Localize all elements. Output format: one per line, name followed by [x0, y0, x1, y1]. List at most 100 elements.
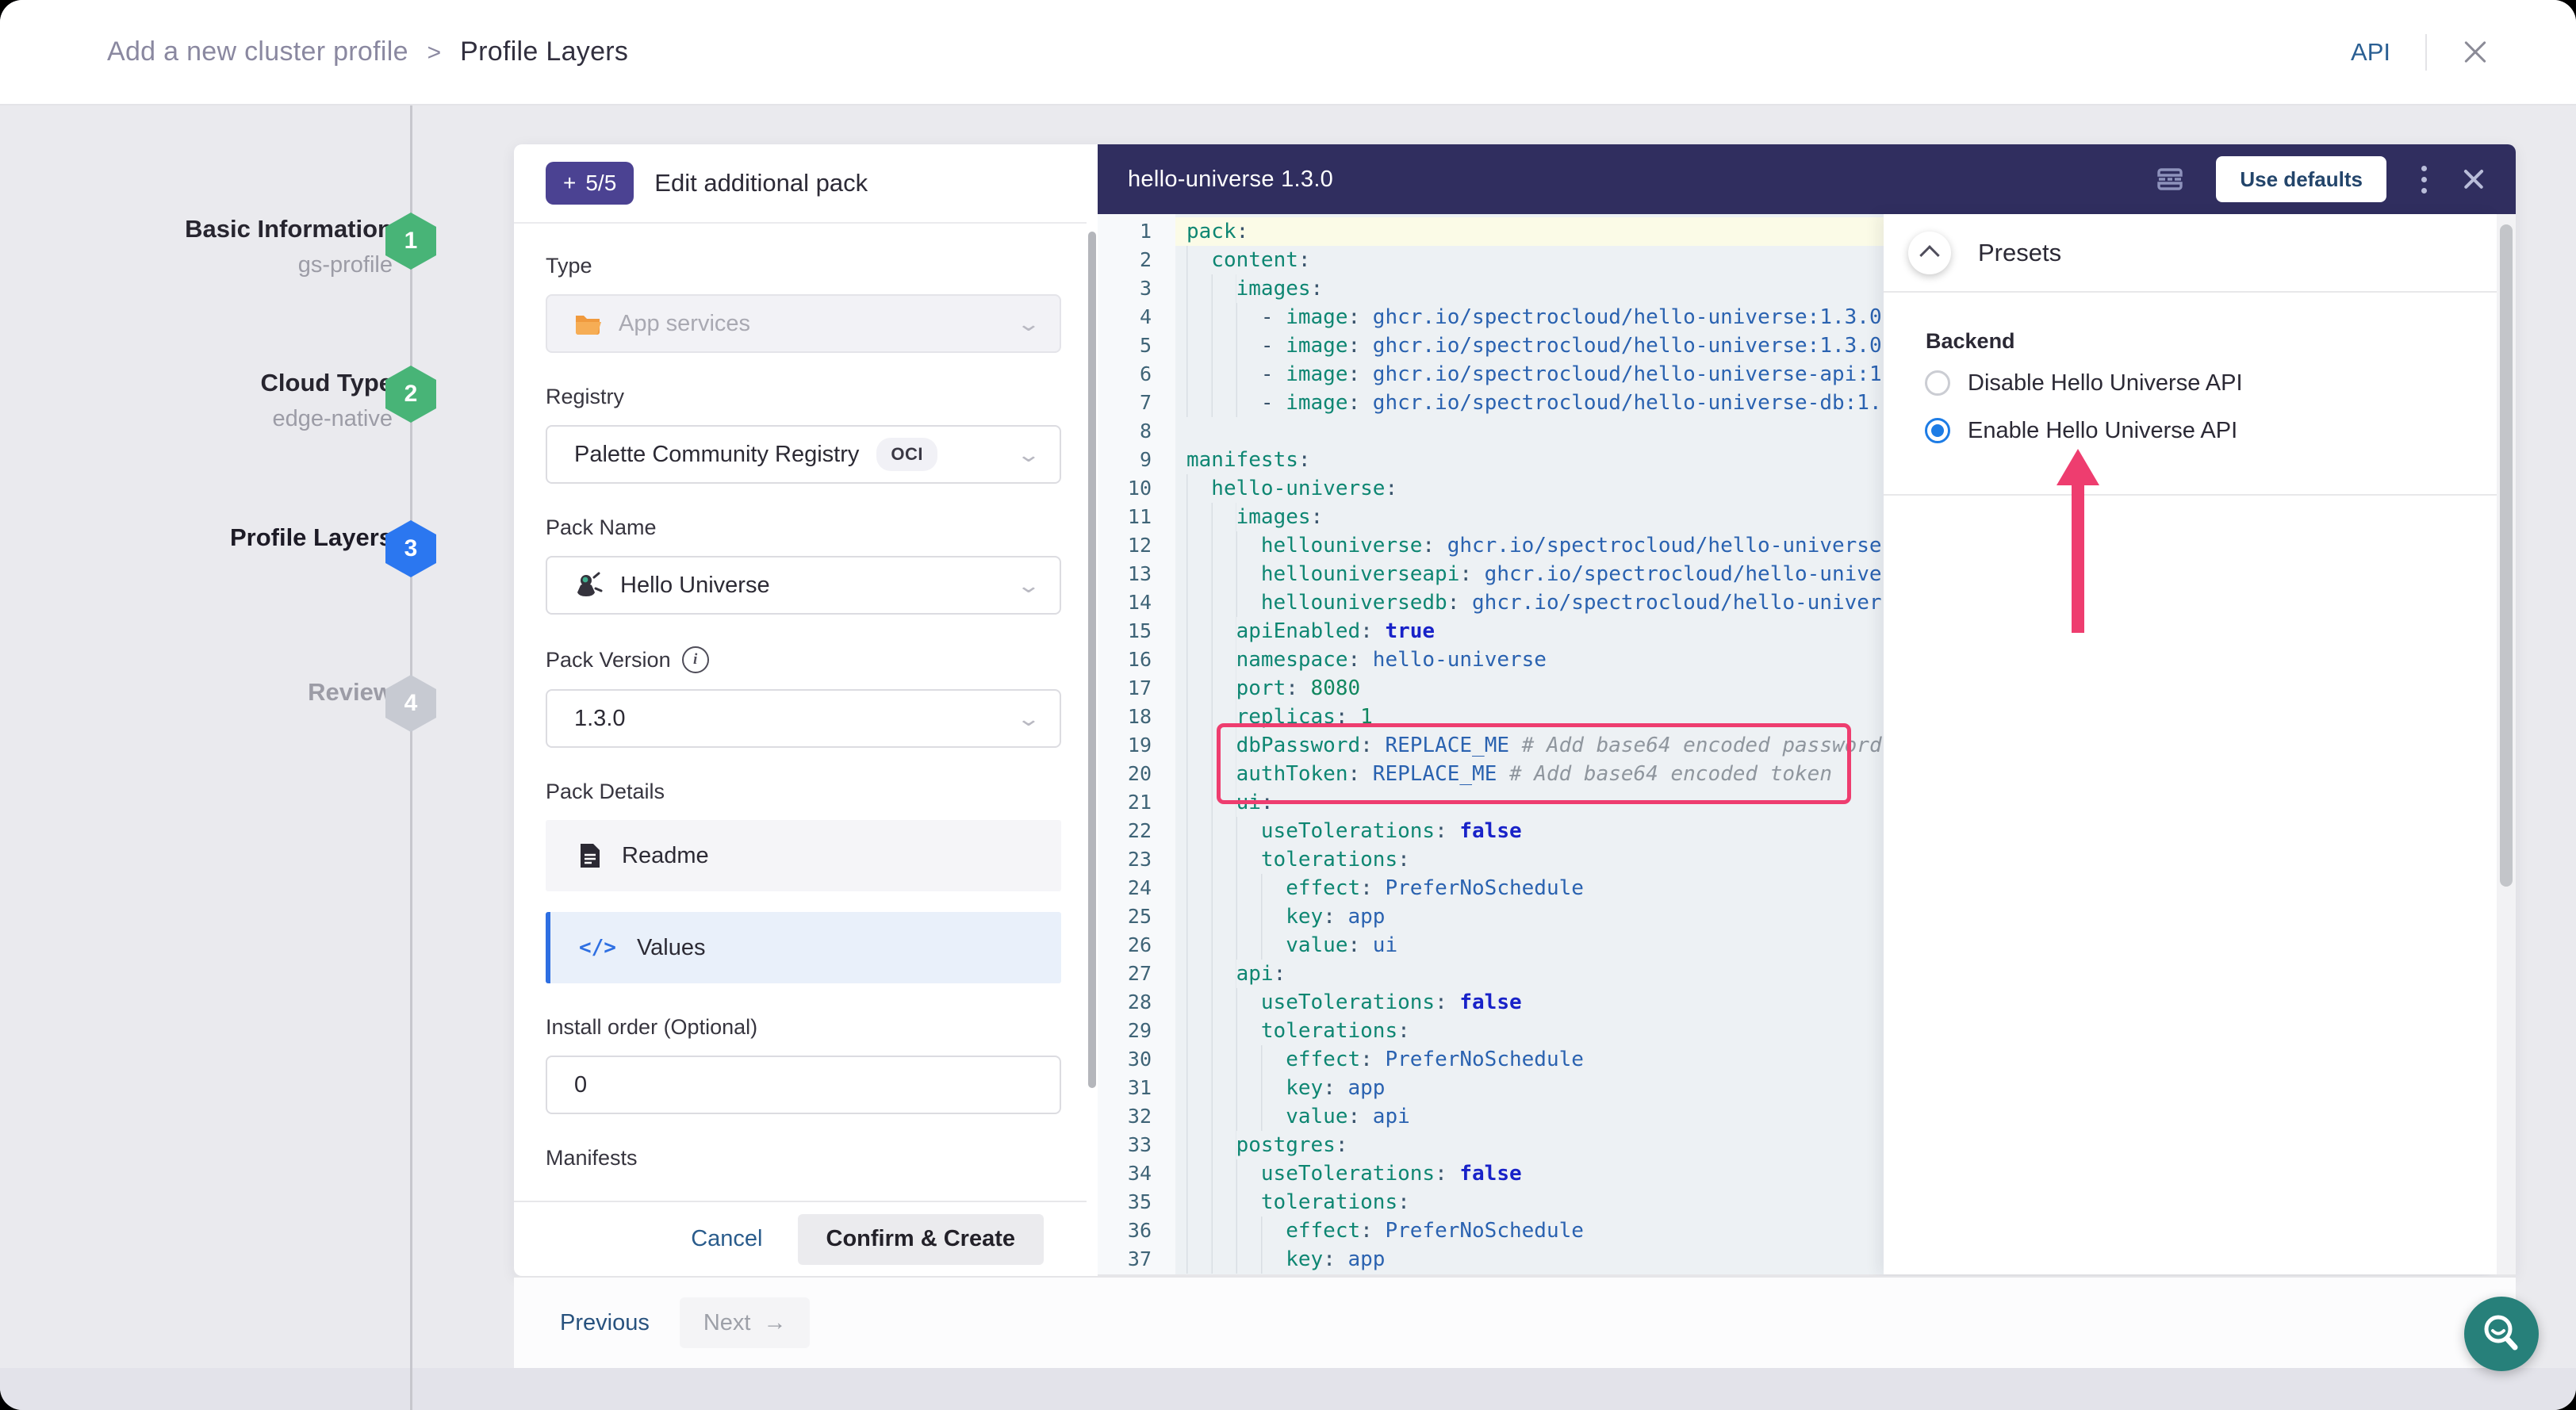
code-token: : [1447, 591, 1460, 615]
code-line: content: [1175, 246, 1884, 274]
readme-tab[interactable]: Readme [546, 820, 1061, 891]
step-hexagon-4[interactable]: 4 [385, 675, 436, 732]
pack-version-select[interactable]: 1.3.0 ⌄ [546, 689, 1061, 748]
kebab-menu-icon[interactable] [2418, 163, 2430, 197]
code-token: REPLACE_ME [1360, 762, 1509, 786]
code-token: pack [1186, 220, 1236, 243]
indent-guides [1186, 1159, 1261, 1188]
next-button[interactable]: Next → [680, 1297, 811, 1348]
values-tab[interactable]: </> Values [546, 912, 1061, 983]
step-label: Review [0, 674, 393, 710]
editor-scrollbar[interactable] [2497, 214, 2516, 1274]
step-number: 2 [404, 381, 418, 408]
chevron-down-icon: ⌄ [1016, 707, 1041, 731]
code-token: images [1236, 277, 1311, 301]
pack-name-label: Pack Name [546, 515, 1061, 540]
code-line: - image: ghcr.io/spectrocloud/hello-univ… [1175, 331, 1884, 360]
radio-selected-icon[interactable] [1925, 418, 1950, 443]
registry-select[interactable]: Palette Community Registry OCI ⌄ [546, 425, 1061, 484]
code-token: : [1311, 505, 1324, 529]
confirm-create-button[interactable]: Confirm & Create [798, 1214, 1045, 1265]
indent-guides [1186, 474, 1211, 503]
code-token: hello-universe [1211, 477, 1385, 500]
pack-name-select[interactable]: Hello Universe ⌄ [546, 556, 1061, 615]
code-token: hellouniverseapi [1261, 562, 1459, 586]
indent-guides [1186, 1245, 1286, 1274]
previous-button[interactable]: Previous [560, 1310, 650, 1336]
code-line: api: [1175, 960, 1884, 988]
code-line: value: ui [1175, 931, 1884, 960]
code-token: : [1435, 990, 1447, 1014]
use-defaults-button[interactable]: Use defaults [2216, 156, 2386, 202]
form-scrollbar-thumb[interactable] [1088, 232, 1096, 1088]
collapse-presets-button[interactable] [1908, 232, 1951, 274]
code-line: postgres: [1175, 1131, 1884, 1159]
code-token: image [1286, 391, 1347, 415]
code-token: REPLACE_ME [1373, 734, 1522, 757]
pack-form-panel: + 5/5 Edit additional pack Type App serv… [514, 144, 1087, 1276]
diff-view-icon[interactable] [2156, 165, 2184, 193]
editor-title: hello-universe 1.3.0 [1128, 167, 1333, 193]
editor-body: 1234567891011121314151617181920212223242… [1098, 214, 2516, 1276]
code-token: : [1348, 334, 1361, 358]
step-hexagon-3[interactable]: 3 [385, 520, 436, 577]
code-line: effect: PreferNoSchedule [1175, 874, 1884, 902]
cancel-button[interactable]: Cancel [691, 1226, 762, 1252]
step-number: 4 [404, 690, 418, 717]
code-token: # Add base64 encoded token [1509, 762, 1832, 786]
pack-name-value: Hello Universe [620, 573, 770, 599]
stepper-step-profile-layers[interactable]: Profile Layers [0, 519, 393, 555]
step-hexagon-1[interactable]: 1 [385, 213, 436, 270]
breadcrumb-parent[interactable]: Add a new cluster profile [107, 36, 408, 67]
code-token: hellouniverse [1261, 534, 1423, 557]
code-token: ghcr.io/spectrocloud/hello-universe-db:1… [1459, 591, 1884, 615]
search-fab-button[interactable] [2464, 1297, 2539, 1371]
install-order-input[interactable]: 0 [546, 1056, 1061, 1114]
radio-option-enable-api[interactable]: Enable Hello Universe API [1884, 415, 2497, 446]
line-number: 10 [1098, 474, 1175, 503]
code-token: false [1447, 990, 1522, 1014]
code-line: - image: ghcr.io/spectrocloud/hello-univ… [1175, 389, 1884, 417]
type-select[interactable]: App services ⌄ [546, 294, 1061, 353]
line-number: 23 [1098, 845, 1175, 874]
backend-group-label: Backend [1926, 329, 2497, 354]
code-line: useTolerations: false [1175, 817, 1884, 845]
info-icon[interactable]: i [682, 646, 709, 673]
indent-guides [1186, 303, 1261, 331]
code-token: app [1336, 1247, 1386, 1271]
stepper-step-review[interactable]: Review [0, 674, 393, 710]
form-scrollbar[interactable] [1087, 144, 1098, 1276]
editor-close-icon[interactable] [2462, 167, 2486, 191]
presets-title: Presets [1978, 239, 2061, 267]
indent-guides [1186, 1074, 1286, 1102]
step-hexagon-2[interactable]: 2 [385, 366, 436, 423]
arrow-head [2057, 449, 2099, 485]
line-number: 36 [1098, 1217, 1175, 1245]
chevron-down-icon: ⌄ [1016, 573, 1041, 598]
presets-divider [1884, 494, 2497, 496]
step-sublabel: edge-native [0, 400, 393, 437]
line-number: 24 [1098, 874, 1175, 902]
pack-version-value: 1.3.0 [574, 706, 626, 732]
line-number: 11 [1098, 503, 1175, 531]
folder-icon [574, 312, 601, 335]
radio-unselected-icon[interactable] [1925, 370, 1950, 396]
stepper-step-cloud-type[interactable]: Cloud Type edge-native [0, 365, 393, 437]
values-label: Values [637, 935, 706, 961]
radio-option-disable-api[interactable]: Disable Hello Universe API [1884, 367, 2497, 399]
code-token: ui [1236, 791, 1261, 814]
code-token: : [1274, 962, 1286, 986]
code-line: - image: ghcr.io/spectrocloud/hello-univ… [1175, 360, 1884, 389]
code-token: : [1348, 391, 1361, 415]
api-link[interactable]: API [2351, 38, 2390, 67]
code-token: : [1397, 1190, 1410, 1214]
code-token: key [1286, 905, 1323, 929]
line-number: 21 [1098, 788, 1175, 817]
code-editor[interactable]: pack:content:images:- image: ghcr.io/spe… [1175, 214, 1884, 1274]
editor-header: hello-universe 1.3.0 Use defaults [1098, 144, 2516, 214]
editor-scrollbar-thumb[interactable] [2500, 224, 2513, 887]
stepper-step-basic-information[interactable]: Basic Information gs-profile [0, 211, 393, 283]
code-line: hellouniversedb: ghcr.io/spectrocloud/he… [1175, 588, 1884, 617]
chevron-down-icon: ⌄ [1016, 443, 1041, 467]
close-icon[interactable] [2462, 39, 2489, 66]
